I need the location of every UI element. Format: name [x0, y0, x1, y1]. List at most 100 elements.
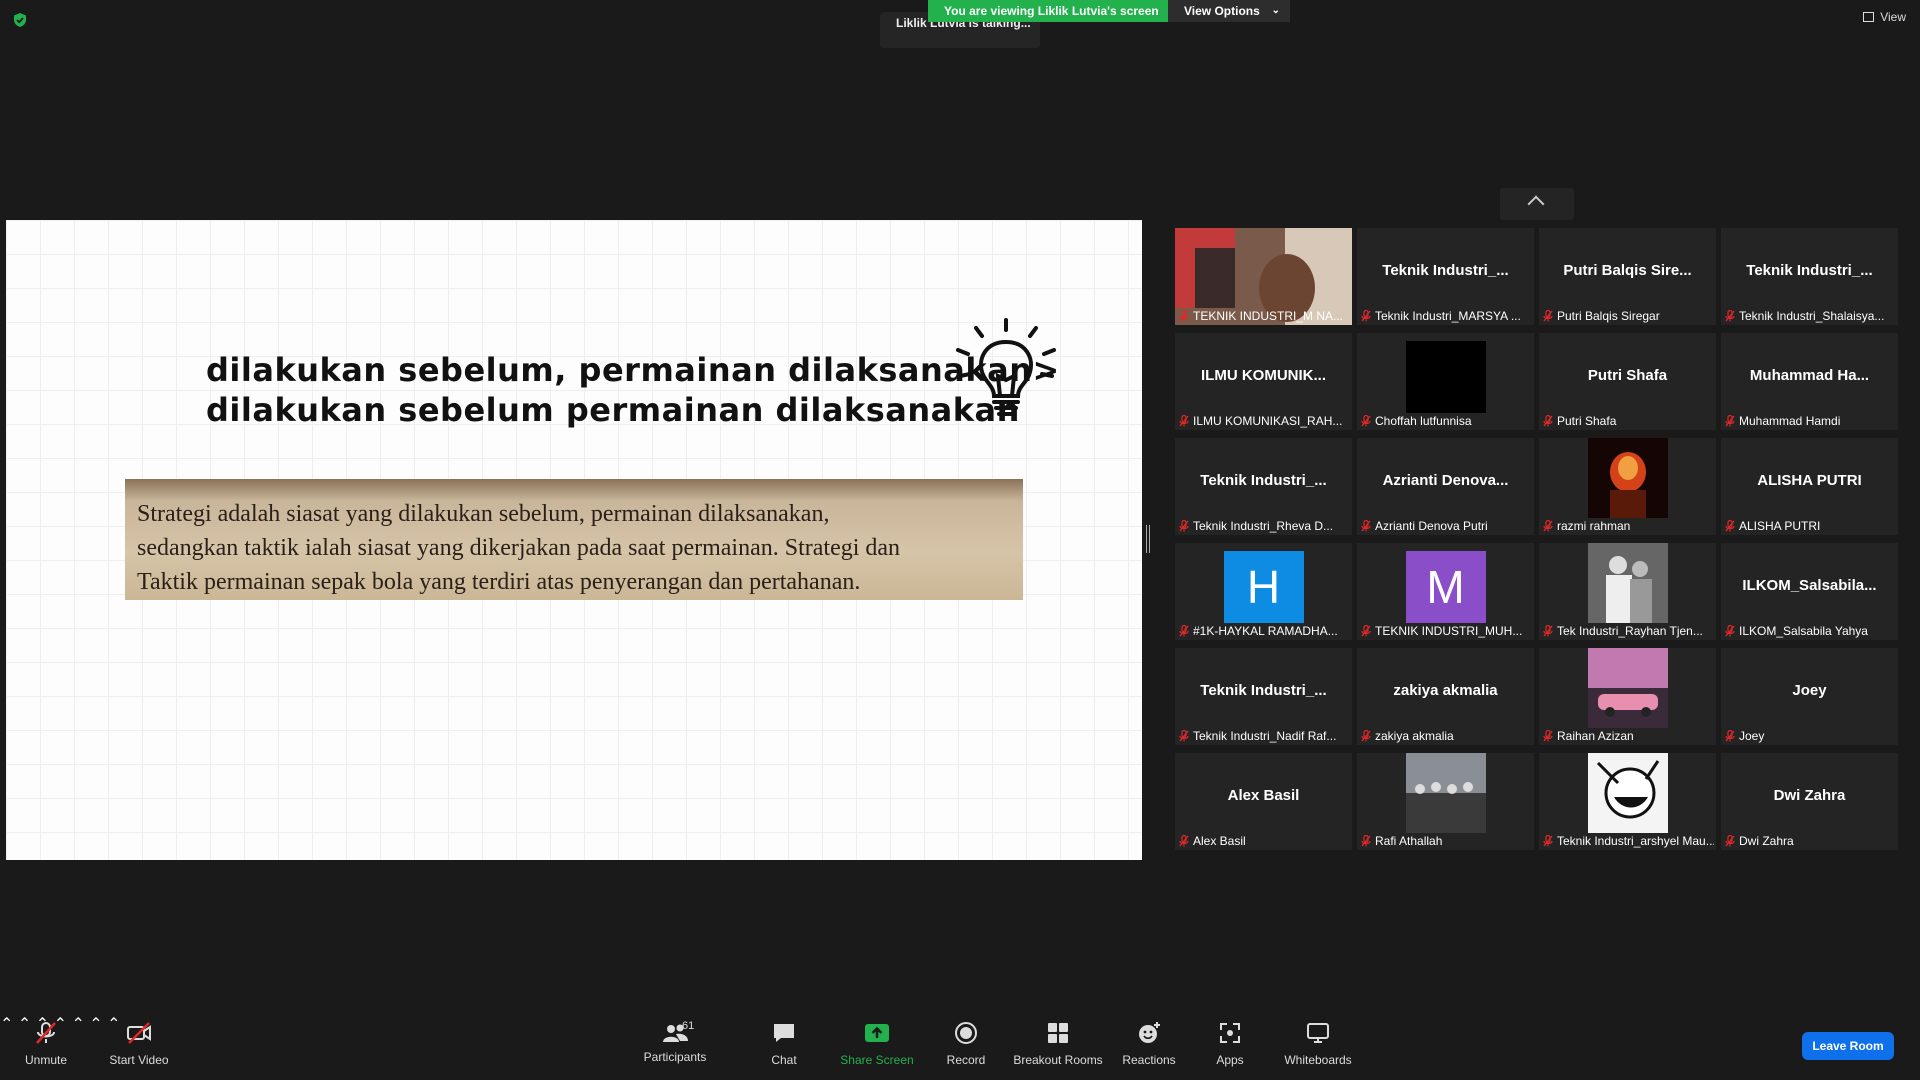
participant-display-name: ALISHA PUTRI — [1757, 472, 1862, 489]
participants-label: Participants — [643, 1050, 707, 1064]
reactions-icon — [1139, 1022, 1160, 1043]
chevron-up-icon — [1527, 195, 1545, 213]
participant-tile[interactable]: Putri Shafa Putri Shafa — [1539, 333, 1716, 430]
participant-display-name: Putri Shafa — [1587, 367, 1668, 384]
participant-name-label: Muhammad Hamdi — [1725, 414, 1896, 428]
mic-muted-icon — [1361, 625, 1371, 637]
participants-icon: 61 — [650, 1020, 700, 1046]
participant-tile[interactable]: TEKNIK INDUSTRI_M NA... — [1175, 228, 1352, 325]
participant-tile[interactable]: Azrianti Denova... Azrianti Denova Putri — [1357, 438, 1534, 535]
participant-name-label: Putri Shafa — [1543, 414, 1714, 428]
participant-name-label: zakiya akmalia — [1361, 729, 1532, 743]
participant-tile[interactable]: Teknik Industri_arshyel Mau... — [1539, 753, 1716, 850]
participant-name-label: Tek Industri_Rayhan Tjen... — [1543, 624, 1714, 638]
participant-name: zakiya akmalia — [1375, 729, 1454, 743]
participant-name-label: ALISHA PUTRI — [1725, 519, 1896, 533]
participant-name-label: ILMU KOMUNIKASI_RAH... — [1179, 414, 1350, 428]
panel-resize-handle[interactable] — [1146, 525, 1150, 553]
reactions-button[interactable]: Reactions — [1122, 1020, 1176, 1067]
participant-name-label: Raihan Azizan — [1543, 729, 1714, 743]
participant-name-label: Choffah lutfunnisa — [1361, 414, 1532, 428]
apps-button[interactable]: Apps — [1214, 1020, 1246, 1067]
participant-tile[interactable]: Rafi Athallah — [1357, 753, 1534, 850]
apps-options-caret-icon[interactable]: ⌃ — [89, 1016, 102, 1033]
participant-tile[interactable]: Teknik Industri_... Teknik Industri_Nadif… — [1175, 648, 1352, 745]
view-button[interactable]: View — [1863, 10, 1906, 24]
participant-tile[interactable]: ILMU KOMUNIK... ILMU KOMUNIKASI_RAH... — [1175, 333, 1352, 430]
record-button[interactable]: Record — [944, 1020, 988, 1067]
unmute-button[interactable]: Unmute — [18, 1020, 74, 1067]
participant-display-name: Dwi Zahra — [1773, 787, 1846, 804]
video-off-icon — [127, 1022, 151, 1044]
participant-avatar-image — [1405, 753, 1486, 833]
participant-tile[interactable]: zakiya akmalia zakiya akmalia — [1357, 648, 1534, 745]
participant-camera-black — [1405, 341, 1486, 413]
leave-room-button[interactable]: Leave Room — [1802, 1032, 1894, 1060]
participant-tile[interactable]: Muhammad Ha... Muhammad Hamdi — [1721, 333, 1898, 430]
whiteboards-button[interactable]: Whiteboards — [1282, 1020, 1354, 1067]
book-line-3: Taktik permainan sepak bola yang terdiri… — [137, 569, 861, 595]
participant-display-name: ILKOM_Salsabila... — [1742, 577, 1877, 594]
participant-tile[interactable]: H #1K-HAYKAL RAMADHA... — [1175, 543, 1352, 640]
participant-name-label: #1K-HAYKAL RAMADHA... — [1179, 624, 1350, 638]
participant-tile[interactable]: razmi rahman — [1539, 438, 1716, 535]
mic-muted-icon — [1725, 520, 1735, 532]
gallery-scroll-up-button[interactable] — [1500, 188, 1574, 220]
mic-muted-icon — [1179, 835, 1189, 847]
participant-tile[interactable]: Dwi Zahra Dwi Zahra — [1721, 753, 1898, 850]
start-video-button[interactable]: Start Video — [104, 1020, 174, 1067]
mic-muted-icon — [1543, 415, 1553, 427]
breakout-rooms-button[interactable]: Breakout Rooms — [1012, 1020, 1104, 1067]
lightbulb-icon — [956, 318, 1056, 416]
participant-display-name: Putri Balqis Sire... — [1563, 262, 1692, 279]
participants-button[interactable]: 61 Participants — [640, 1020, 710, 1064]
participant-name: Choffah lutfunnisa — [1375, 414, 1472, 428]
participant-tile[interactable]: Choffah lutfunnisa — [1357, 333, 1534, 430]
view-options-label: View Options — [1184, 4, 1260, 18]
security-shield-icon[interactable] — [12, 12, 28, 28]
participant-name-label: TEKNIK INDUSTRI_M NA... — [1179, 309, 1350, 323]
mic-muted-icon — [1725, 730, 1735, 742]
view-label: View — [1880, 10, 1906, 24]
book-line-1: Strategi adalah siasat yang dilakukan se… — [137, 501, 830, 527]
chat-button[interactable]: Chat — [764, 1020, 804, 1067]
participant-gallery: TEKNIK INDUSTRI_M NA... Teknik Industri_.… — [1175, 228, 1899, 850]
mic-muted-icon — [1361, 520, 1371, 532]
mic-muted-icon — [1179, 520, 1189, 532]
slide-line-2: dilakukan sebelum permainan dilaksanakan — [206, 391, 1020, 429]
participant-tile[interactable]: Tek Industri_Rayhan Tjen... — [1539, 543, 1716, 640]
participant-display-name: Teknik Industri_... — [1200, 682, 1327, 699]
participant-tile[interactable]: Teknik Industri_... Teknik Industri_Shala… — [1721, 228, 1898, 325]
participant-name: Teknik Industri_Nadif Raf... — [1193, 729, 1337, 743]
mic-muted-icon — [1543, 520, 1553, 532]
participant-tile[interactable]: Teknik Industri_... Teknik Industri_Rheva… — [1175, 438, 1352, 535]
share-screen-label: Share Screen — [840, 1053, 914, 1067]
shared-screen: dilakukan sebelum, permainan dilaksanaka… — [6, 220, 1142, 860]
participant-name: Putri Balqis Siregar — [1557, 309, 1660, 323]
participant-name-label: Dwi Zahra — [1725, 834, 1896, 848]
participant-avatar-image — [1587, 543, 1668, 623]
participant-tile[interactable]: ALISHA PUTRI ALISHA PUTRI — [1721, 438, 1898, 535]
whiteboards-label: Whiteboards — [1284, 1053, 1352, 1067]
mic-muted-icon — [1725, 835, 1735, 847]
participant-tile[interactable]: Alex Basil Alex Basil — [1175, 753, 1352, 850]
mic-muted-icon — [1179, 310, 1189, 322]
participant-name: ILKOM_Salsabila Yahya — [1739, 624, 1868, 638]
audio-options-caret-icon[interactable]: ⌃ — [0, 1016, 13, 1033]
participant-tile[interactable]: Raihan Azizan — [1539, 648, 1716, 745]
participant-tile[interactable]: Putri Balqis Sire... Putri Balqis Siregar — [1539, 228, 1716, 325]
mic-muted-icon — [1543, 835, 1553, 847]
participant-name-label: ILKOM_Salsabila Yahya — [1725, 624, 1896, 638]
apps-icon — [1220, 1023, 1240, 1043]
participant-tile[interactable]: ILKOM_Salsabila... ILKOM_Salsabila Yahya — [1721, 543, 1898, 640]
participant-tile[interactable]: Teknik Industri_... Teknik Industri_MARSY… — [1357, 228, 1534, 325]
participant-name-label: razmi rahman — [1543, 519, 1714, 533]
view-options-button[interactable]: View Options ⌄ — [1168, 0, 1290, 22]
participant-tile[interactable]: Joey Joey — [1721, 648, 1898, 745]
participant-name-label: Putri Balqis Siregar — [1543, 309, 1714, 323]
share-screen-button[interactable]: Share Screen — [840, 1020, 914, 1067]
participant-tile[interactable]: M TEKNIK INDUSTRI_MUH... — [1357, 543, 1534, 640]
participant-avatar-image — [1587, 438, 1668, 518]
participant-name: Muhammad Hamdi — [1739, 414, 1841, 428]
participant-name: Raihan Azizan — [1557, 729, 1634, 743]
